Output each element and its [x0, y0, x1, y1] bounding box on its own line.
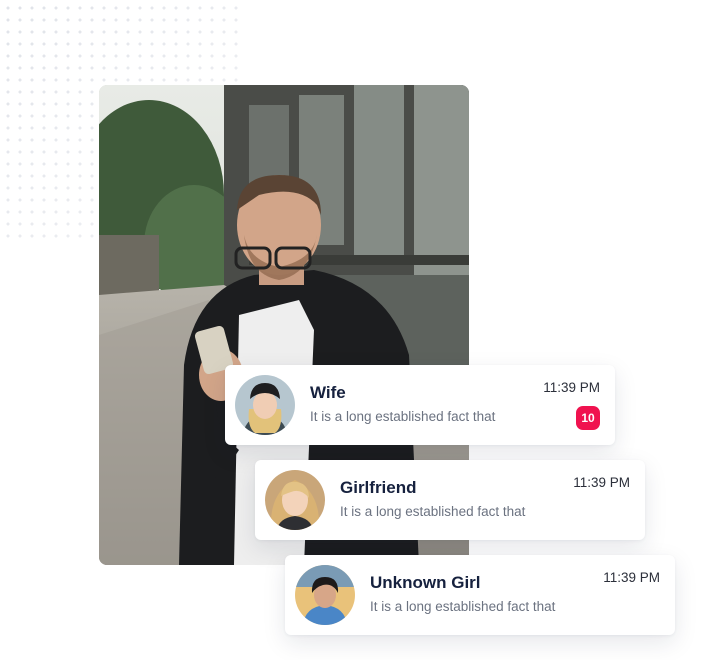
woman-with-beanie-avatar — [235, 375, 295, 435]
chat-message-preview: It is a long established fact that — [310, 409, 496, 424]
chat-item-wife[interactable]: Wife It is a long established fact that … — [225, 365, 615, 445]
chat-name: Wife — [310, 383, 346, 402]
chat-time: 11:39 PM — [543, 380, 600, 395]
chat-message-preview: It is a long established fact that — [370, 599, 556, 614]
chat-time: 11:39 PM — [603, 570, 660, 585]
girl-in-blue-avatar — [295, 565, 355, 625]
unread-count-badge: 10 — [576, 406, 600, 430]
chat-time: 11:39 PM — [573, 475, 630, 490]
chat-message-preview: It is a long established fact that — [340, 504, 526, 519]
chat-item-unknown-girl[interactable]: Unknown Girl It is a long established fa… — [285, 555, 675, 635]
chat-item-girlfriend[interactable]: Girlfriend It is a long established fact… — [255, 460, 645, 540]
chat-name: Unknown Girl — [370, 573, 481, 592]
blonde-woman-avatar — [265, 470, 325, 530]
chat-name: Girlfriend — [340, 478, 417, 497]
